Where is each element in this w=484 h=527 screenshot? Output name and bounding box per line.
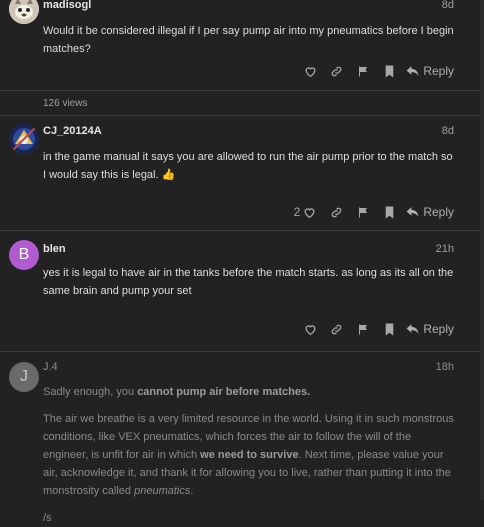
like-button[interactable]: 2 [291,202,319,222]
heart-icon [305,324,315,335]
post-divider [0,90,484,91]
post-divider [0,230,484,231]
bookmark-icon [385,65,393,77]
post-date[interactable]: 8d [442,125,454,137]
bold-text: cannot pump air before matches. [137,386,311,398]
reply-icon [406,66,419,76]
bookmark-icon [385,323,393,335]
post-date[interactable]: 8d [442,0,454,11]
bookmark-icon [385,206,393,218]
bookmark-button[interactable] [380,319,398,339]
reply-button[interactable]: Reply [406,202,454,222]
heart-icon [305,66,315,77]
reply-label: Reply [423,64,454,78]
flag-icon [359,66,367,76]
bookmark-button[interactable] [380,61,398,81]
reply-icon [406,207,419,217]
like-button[interactable] [301,319,319,339]
avatar[interactable]: B [9,240,39,270]
italic-text: pneumatics [134,485,191,497]
link-icon [331,207,341,217]
flag-button[interactable] [354,319,372,339]
reply-label: Reply [423,205,454,219]
scrollbar[interactable] [480,0,484,500]
view-count: 126 views [43,98,88,109]
avatar[interactable]: J [9,362,39,392]
copy-link-button[interactable] [327,202,345,222]
flag-icon [359,324,367,334]
post-paragraph: The air we breathe is a very limited res… [43,413,454,497]
avatar[interactable] [9,0,39,24]
like-count: 2 [293,205,301,219]
flag-button[interactable] [354,61,372,81]
post-body: in the game manual it says you are allow… [43,151,453,181]
like-button[interactable] [301,61,319,81]
post-divider [0,351,484,352]
username[interactable]: J.4 [43,361,58,373]
post-actions: 2 Reply [0,202,484,222]
post-paragraph: /s [43,512,52,524]
link-icon [331,324,341,334]
flag-icon [359,207,367,217]
copy-link-button[interactable] [327,319,345,339]
avatar[interactable] [9,124,39,154]
copy-link-button[interactable] [327,61,345,81]
post-date[interactable]: 18h [436,361,454,373]
username[interactable]: blen [43,243,66,255]
flag-button[interactable] [354,202,372,222]
reply-button[interactable]: Reply [406,319,454,339]
post-divider [0,115,484,116]
post-date[interactable]: 21h [436,243,454,255]
heart-icon [304,207,315,218]
username[interactable]: madisogl [43,0,91,11]
link-icon [331,66,341,76]
post-body: yes it is legal to have air in the tanks… [43,267,454,297]
post-actions: Reply [0,319,484,339]
reply-icon [406,324,419,334]
post-actions: Reply [0,61,484,81]
reply-label: Reply [423,322,454,336]
username[interactable]: CJ_20124A [43,125,102,137]
post-body: Would it be considered illegal if I per … [43,25,454,55]
reply-button[interactable]: Reply [406,61,454,81]
post-body: Sadly enough, you cannot pump air before… [43,383,458,527]
bookmark-button[interactable] [380,202,398,222]
bold-text: we need to survive [200,449,299,461]
post-paragraph: Sadly enough, you cannot pump air before… [43,386,311,398]
